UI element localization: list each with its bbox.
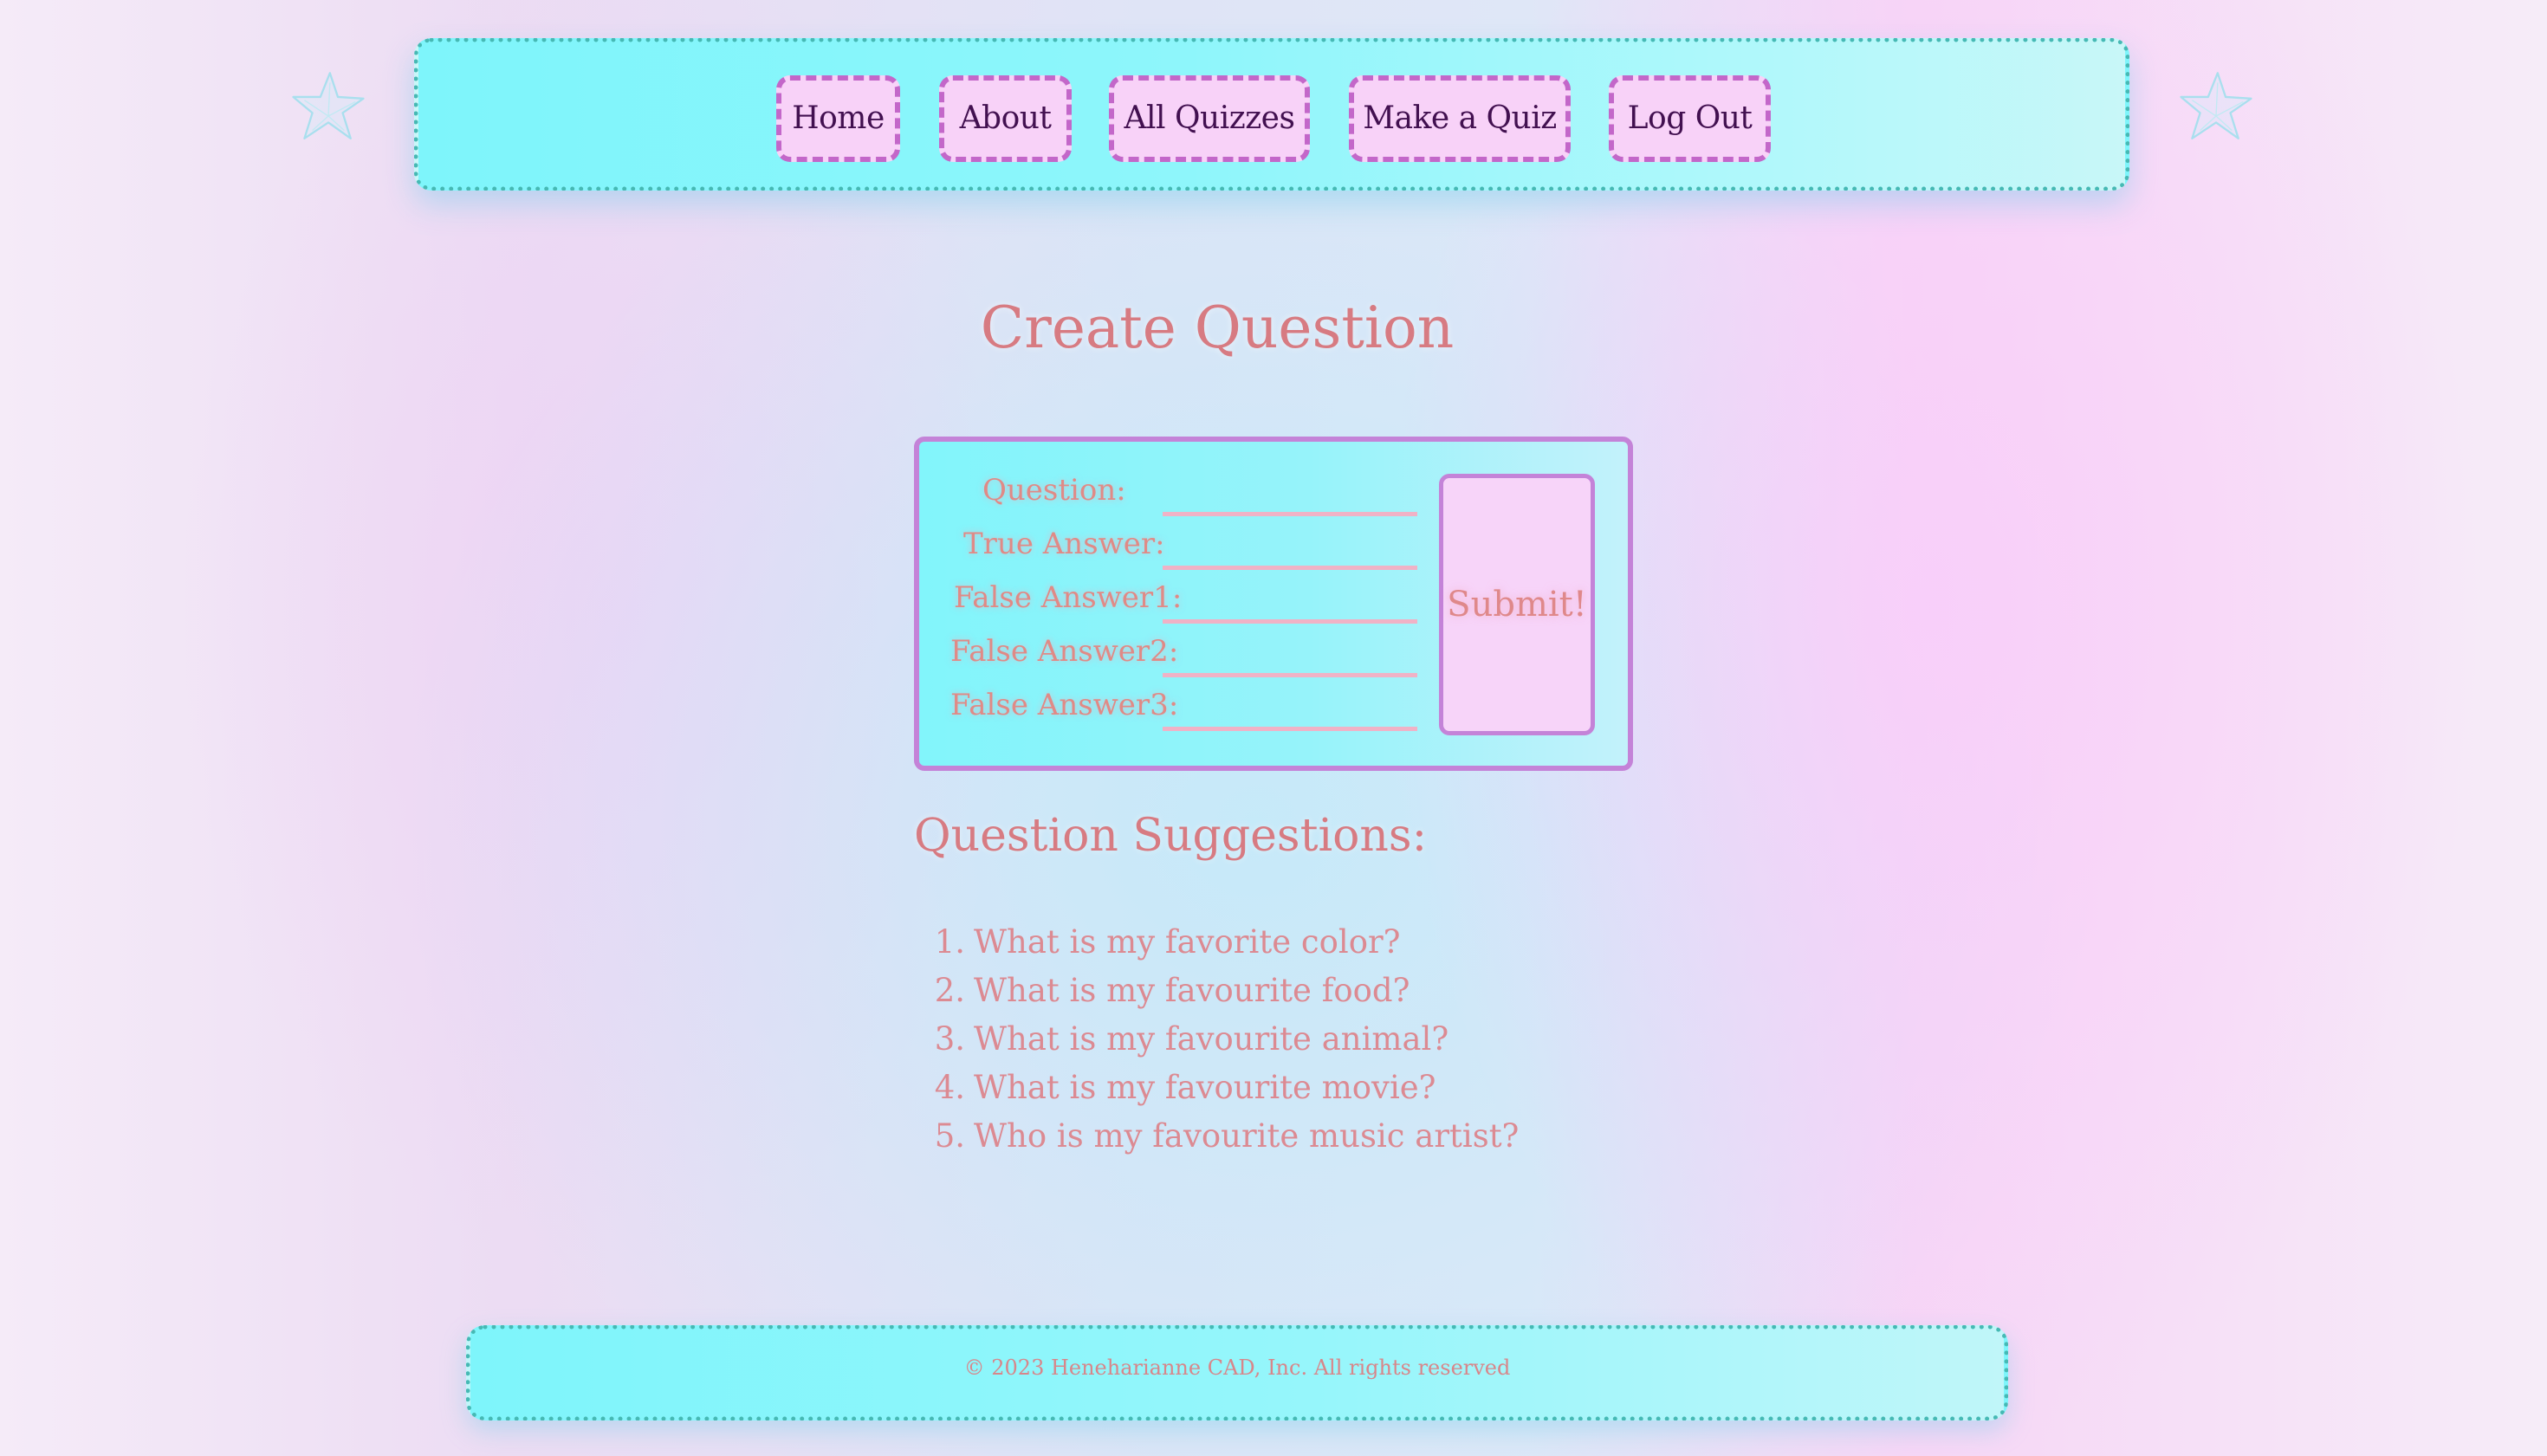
nav-log-out-button[interactable]: Log Out: [1609, 75, 1771, 162]
list-item: 5. Who is my favourite music artist?: [910, 1112, 1520, 1161]
list-item: 4. What is my favourite movie?: [910, 1064, 1519, 1112]
list-item-number: 2.: [934, 972, 965, 1009]
false-answer2-input[interactable]: [1163, 643, 1417, 677]
footer: © 2023 Heneharianne CAD, Inc. All rights…: [466, 1325, 2008, 1420]
nav-about-button[interactable]: About: [939, 75, 1072, 162]
list-item-text: What is my favourite movie?: [974, 1069, 1436, 1106]
list-item-number: 5.: [934, 1117, 965, 1155]
question-label: Question:: [982, 473, 1126, 508]
list-item-text: Who is my favourite music artist?: [974, 1117, 1520, 1155]
starfish-icon: [2176, 67, 2256, 146]
suggestion-list: 1. What is my favorite color? 2. What is m…: [910, 918, 1520, 1161]
suggestions-heading: Question Suggestions:: [914, 810, 1428, 862]
nav-make-a-quiz-button[interactable]: Make a Quiz: [1349, 75, 1571, 162]
true-answer-label: True Answer:: [963, 527, 1165, 561]
navbar: Home About All Quizzes Make a Quiz Log O…: [414, 38, 2129, 191]
false-answer2-label: False Answer2:: [950, 634, 1179, 669]
nav-home-button[interactable]: Home: [776, 75, 900, 162]
question-input[interactable]: [1163, 482, 1417, 516]
submit-button[interactable]: Submit!: [1439, 474, 1595, 735]
false-answer1-input[interactable]: [1163, 589, 1417, 624]
list-item-number: 3.: [934, 1020, 965, 1058]
list-item-text: What is my favourite animal?: [974, 1020, 1449, 1058]
list-item-text: What is my favorite color?: [974, 923, 1401, 961]
starfish-icon: [288, 67, 368, 146]
list-item: 3. What is my favourite animal?: [910, 1015, 1519, 1064]
copyright-text: © 2023 Heneharianne CAD, Inc. All rights…: [963, 1356, 1511, 1380]
list-item-number: 4.: [934, 1069, 965, 1106]
list-item-text: What is my favourite food?: [974, 972, 1410, 1009]
false-answer1-label: False Answer1:: [954, 580, 1183, 615]
true-answer-input[interactable]: [1163, 535, 1417, 570]
list-item-number: 1.: [934, 923, 965, 961]
nav-all-quizzes-button[interactable]: All Quizzes: [1109, 75, 1310, 162]
list-item: 1. What is my favorite color?: [910, 918, 1519, 967]
page-title: Create Question: [980, 294, 1455, 361]
list-item: 2. What is my favourite food?: [910, 967, 1519, 1015]
false-answer3-label: False Answer3:: [950, 688, 1179, 722]
false-answer3-input[interactable]: [1163, 696, 1417, 731]
